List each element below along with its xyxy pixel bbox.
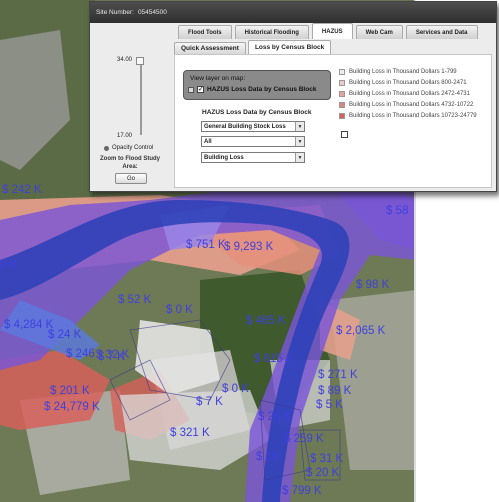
loss-value-label: $ 26 K: [258, 411, 292, 423]
loss-value-label: $ 2,065 K: [336, 325, 386, 337]
occupancy-value: All: [204, 138, 212, 145]
legend-label: Building Loss in Thousand Dollars 4732-1…: [349, 101, 474, 108]
loss-data-title: HAZUS Loss Data by Census Block: [202, 109, 312, 116]
opacity-slider-thumb[interactable]: [136, 57, 144, 65]
slider-max-label: 34.00: [117, 57, 133, 63]
view-layer-box: View layer on map: ✓ HAZUS Loss Data by …: [183, 70, 331, 100]
loss-value-label: $ 16: [256, 451, 278, 463]
legend-item: Building Loss in Thousand Dollars 800-24…: [339, 77, 477, 88]
loss-value-label: $ 58: [386, 205, 408, 217]
panel-content: Flood Tools Historical Flooding HAZUS We…: [170, 23, 496, 191]
loss-value-label: $ 201 K: [50, 385, 90, 397]
loss-value-label: $ 246: [66, 348, 95, 360]
opacity-slider-track[interactable]: [140, 61, 142, 135]
layer-label: HAZUS Loss Data by Census Block: [207, 86, 317, 93]
legend-label: Building Loss in Thousand Dollars 800-24…: [349, 79, 467, 86]
loss-value-label: $ 24 K: [48, 329, 82, 341]
legend-label: Building Loss in Thousand Dollars 1-799: [349, 68, 457, 75]
slider-min-label: 17.00: [117, 133, 133, 139]
chevron-down-icon: ▼: [295, 122, 304, 131]
loss-type-select[interactable]: General Building Stock Loss ▼: [201, 121, 305, 132]
legend-swatch: [339, 112, 345, 119]
tab-web-cam[interactable]: Web Cam: [355, 25, 403, 39]
layer-toggle-row[interactable]: ✓ HAZUS Loss Data by Census Block: [188, 86, 316, 93]
legend-item: Building Loss in Thousand Dollars 1-799: [339, 66, 477, 77]
site-number-bar: Site Number: 05454500: [90, 2, 496, 23]
flood-tools-panel: Site Number: 05454500 34.00 17.00 Opacit…: [89, 1, 497, 192]
loss-value-label: $ 52 K: [118, 294, 152, 306]
legend-item: Building Loss in Thousand Dollars 10723-…: [339, 110, 477, 121]
loss-value-label: $ 24,779 K: [44, 401, 100, 413]
legend-checkbox[interactable]: [341, 131, 348, 138]
loss-value-label: $ 465 K: [246, 315, 286, 327]
legend-item: Building Loss in Thousand Dollars 4732-1…: [339, 99, 477, 110]
loss-value-label: $ 31 K: [310, 453, 344, 465]
zoom-to-flood-study-label: Zoom to Flood Study Area:: [100, 156, 160, 170]
subtab-quick-assessment[interactable]: Quick Assessment: [174, 42, 246, 54]
loss-value-label: $ 799 K: [282, 485, 322, 497]
loss-value-label: $ 7 K: [196, 396, 223, 408]
tab-flood-tools[interactable]: Flood Tools: [178, 25, 232, 39]
loss-value-label: $ 242 K: [2, 184, 42, 196]
loss-value-label: $ 259 K: [284, 433, 324, 445]
legend-swatch: [339, 68, 345, 75]
opacity-control[interactable]: Opacity Control: [104, 145, 153, 151]
go-button[interactable]: Go: [115, 173, 147, 184]
tab-historical-flooding[interactable]: Historical Flooding: [234, 25, 309, 39]
main-tab-bar: Flood Tools Historical Flooding HAZUS We…: [170, 23, 496, 39]
loss-value-label: $ 89 K: [318, 385, 352, 397]
tab-services-and-data[interactable]: Services and Data: [405, 25, 478, 39]
opacity-control-label: Opacity Control: [112, 145, 154, 151]
loss-value-label: $ 98 K: [356, 279, 390, 291]
loss-type-value: General Building Stock Loss: [204, 123, 286, 130]
loss-value-label: $ 271 K: [318, 369, 358, 381]
legend-item: Building Loss in Thousand Dollars 2472-4…: [339, 88, 477, 99]
chevron-down-icon: ▼: [295, 153, 304, 162]
loss-value-label: $ 0 K: [166, 304, 193, 316]
chevron-down-icon: ▼: [295, 137, 304, 146]
opacity-sidebar: 34.00 17.00 Opacity Control Zoom to Floo…: [90, 23, 171, 191]
loss-value-label: $ 7 K: [98, 351, 125, 363]
loss-value-label: 0 K: [0, 259, 18, 271]
occupancy-select[interactable]: All ▼: [201, 136, 305, 147]
loss-value-label: $ 321 K: [170, 427, 210, 439]
subtab-loss-by-census-block[interactable]: Loss by Census Block: [247, 40, 332, 54]
tab-hazus[interactable]: HAZUS: [311, 23, 353, 39]
loss-category-value: Building Loss: [204, 154, 244, 161]
site-number-value: 05454500: [137, 9, 167, 16]
loss-value-label: $ 9,293 K: [224, 241, 274, 253]
legend-label: Building Loss in Thousand Dollars 2472-4…: [349, 90, 470, 97]
loss-value-label: $ 751 K: [186, 239, 226, 251]
legend-swatch: [339, 101, 345, 108]
loss-value-label: $ 4,284 K: [4, 319, 54, 331]
loss-legend: Building Loss in Thousand Dollars 1-799 …: [339, 66, 477, 121]
site-number-prefix: Site Number:: [96, 9, 134, 16]
loss-value-label: $ 5 K: [316, 399, 343, 411]
legend-swatch: [339, 90, 345, 97]
legend-swatch: [339, 79, 345, 86]
legend-label: Building Loss in Thousand Dollars 10723-…: [349, 112, 477, 119]
opacity-bullet-icon: [104, 145, 109, 151]
loss-value-label: $ 0 K: [222, 383, 249, 395]
layer-checkbox[interactable]: ✓: [197, 86, 204, 93]
loss-value-label: $ 20 K: [306, 467, 340, 479]
hazus-sub-tab-bar: Quick Assessment Loss by Census Block: [174, 40, 333, 54]
loss-value-label: $ 615 K: [254, 353, 294, 365]
loss-by-census-block-panel: View layer on map: ✓ HAZUS Loss Data by …: [174, 54, 492, 188]
layer-icon: [188, 86, 194, 93]
loss-category-select[interactable]: Building Loss ▼: [201, 152, 305, 163]
view-layer-title: View layer on map:: [190, 75, 246, 82]
